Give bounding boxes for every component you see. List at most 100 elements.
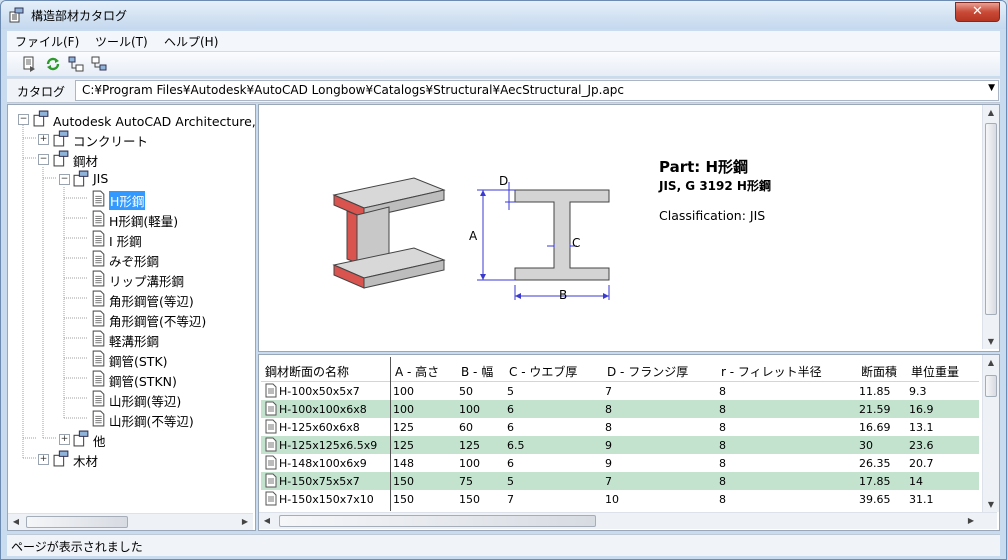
expand-icon[interactable]: + xyxy=(38,454,49,465)
menu-help[interactable]: ヘルプ(H) xyxy=(164,33,218,50)
title-bar[interactable]: 構造部材カタログ ✕ xyxy=(1,1,1006,29)
table-cell: 75 xyxy=(459,475,473,488)
tree-item-label: 角形鋼管(等辺) xyxy=(109,294,194,309)
table-cell: 100 xyxy=(393,403,414,416)
document-icon xyxy=(265,455,277,470)
tree-item-shape[interactable]: 角形鋼管(不等辺) xyxy=(8,310,255,329)
col-header-b[interactable]: B - 幅 xyxy=(461,363,493,380)
tree-item-shape[interactable]: 鋼管(STKN) xyxy=(8,370,255,389)
table-row[interactable]: H-150x150x7x10 150 150 7 10 8 39.65 31.1 xyxy=(261,490,979,508)
tree-item-label: 軽溝形鋼 xyxy=(109,334,160,349)
document-icon xyxy=(92,390,105,407)
back-icon[interactable] xyxy=(21,56,37,72)
table-cell: 150 xyxy=(459,493,480,506)
grid-horizontal-scrollbar[interactable]: ◀ ▶ xyxy=(259,512,997,529)
scroll-right-icon[interactable]: ▶ xyxy=(237,517,253,526)
collapse-icon[interactable]: − xyxy=(38,154,49,165)
table-row[interactable]: H-125x125x6.5x9 125 125 6.5 9 8 30 23.6 xyxy=(261,436,979,454)
tree-node-steel[interactable]: − 鋼材 xyxy=(8,150,255,169)
status-text: ページが表示されました xyxy=(11,540,143,554)
expand-icon[interactable]: + xyxy=(38,134,49,145)
tree-item-label: 鋼管(STKN) xyxy=(109,374,177,389)
tree-item-shape[interactable]: 角形鋼管(等辺) xyxy=(8,290,255,309)
scroll-left-icon[interactable]: ◀ xyxy=(8,517,24,526)
column-divider[interactable] xyxy=(390,357,391,511)
tree-item-shape[interactable]: 鋼管(STK) xyxy=(8,350,255,369)
catalog-path-combo[interactable]: C:¥Program Files¥Autodesk¥AutoCAD Longbo… xyxy=(75,80,999,101)
menu-tools[interactable]: ツール(T) xyxy=(95,33,148,50)
scroll-up-icon[interactable]: ▲ xyxy=(983,358,999,367)
table-cell: 7 xyxy=(507,493,514,506)
col-header-r[interactable]: r - フィレット半径 xyxy=(721,363,822,380)
app-window: 構造部材カタログ ✕ ファイル(F) ツール(T) ヘルプ(H) カタログ C:… xyxy=(0,0,1007,560)
col-header-weight[interactable]: 単位重量 xyxy=(911,363,959,380)
table-cell: 8 xyxy=(719,457,726,470)
table-cell: 125 xyxy=(393,439,414,452)
grid-hscroll-thumb[interactable] xyxy=(279,515,596,527)
col-header-c[interactable]: C - ウエブ厚 xyxy=(509,363,577,380)
table-row[interactable]: H-125x60x6x8 125 60 6 8 8 16.69 13.1 xyxy=(261,418,979,436)
document-icon xyxy=(92,330,105,347)
tree-item-shape[interactable]: 山形鋼(不等辺) xyxy=(8,410,255,429)
tree-item-shape[interactable]: H形鋼 xyxy=(8,190,255,210)
document-icon xyxy=(265,491,277,506)
preview-scroll-thumb[interactable] xyxy=(985,123,997,315)
document-icon xyxy=(265,437,277,452)
category-folder-icon xyxy=(73,430,89,447)
tree-item-shape[interactable]: 軽溝形鋼 xyxy=(8,330,255,349)
table-cell: H-150x75x5x7 xyxy=(279,475,360,488)
tree-horizontal-scrollbar[interactable]: ◀ ▶ xyxy=(8,513,253,530)
scroll-right-icon[interactable]: ▶ xyxy=(963,516,979,525)
grid-vertical-scrollbar[interactable]: ▲ ▼ xyxy=(982,355,999,512)
table-row[interactable]: H-148x100x6x9 148 100 6 9 8 26.35 20.7 xyxy=(261,454,979,472)
tree-node-jis[interactable]: − JIS xyxy=(8,170,255,188)
table-row[interactable]: H-100x50x5x7 100 50 5 7 8 11.85 9.3 xyxy=(261,382,979,400)
table-cell: 6 xyxy=(507,457,514,470)
h-beam-3d-icon xyxy=(332,177,446,289)
table-cell: 39.65 xyxy=(859,493,891,506)
close-button[interactable]: ✕ xyxy=(955,2,1000,22)
table-row[interactable]: H-150x75x5x7 150 75 5 7 8 17.85 14 xyxy=(261,472,979,490)
collapse-icon[interactable]: − xyxy=(18,114,29,125)
tree-node-concrete[interactable]: + コンクリート xyxy=(8,130,255,149)
table-row[interactable]: H-100x100x6x8 100 100 6 8 8 21.59 16.9 xyxy=(261,400,979,418)
table-cell: 60 xyxy=(459,421,473,434)
table-cell: 100 xyxy=(393,385,414,398)
col-header-name[interactable]: 鋼材断面の名称 xyxy=(265,363,349,380)
col-header-a[interactable]: A - 高さ xyxy=(395,363,439,380)
tree-item-shape[interactable]: H形鋼(軽量) xyxy=(8,210,255,229)
refresh-icon[interactable] xyxy=(45,56,61,72)
tree-node-wood[interactable]: + 木材 xyxy=(8,450,255,469)
chevron-down-icon[interactable]: ▼ xyxy=(988,83,995,93)
col-header-d[interactable]: D - フランジ厚 xyxy=(607,363,688,380)
tree-item-shape[interactable]: I 形鋼 xyxy=(8,230,255,249)
tree-expand-icon[interactable] xyxy=(68,56,84,72)
grid-vscroll-thumb[interactable] xyxy=(985,375,997,397)
col-header-area[interactable]: 断面積 xyxy=(861,363,897,380)
table-cell: 7 xyxy=(605,475,612,488)
grid-header: 鋼材断面の名称 A - 高さ B - 幅 C - ウエブ厚 D - フランジ厚 … xyxy=(261,357,979,382)
tree-collapse-icon[interactable] xyxy=(91,56,107,72)
tree-item-shape[interactable]: みぞ形鋼 xyxy=(8,250,255,269)
tree-item-shape[interactable]: リップ溝形鋼 xyxy=(8,270,255,289)
table-cell: 21.59 xyxy=(859,403,891,416)
table-cell: 125 xyxy=(393,421,414,434)
category-folder-icon xyxy=(53,450,69,467)
scroll-up-icon[interactable]: ▲ xyxy=(983,108,999,117)
tree-scroll-thumb[interactable] xyxy=(26,516,128,528)
document-icon xyxy=(92,310,105,327)
expand-icon[interactable]: + xyxy=(59,434,70,445)
preview-vertical-scrollbar[interactable]: ▲ ▼ xyxy=(982,105,999,349)
scroll-left-icon[interactable]: ◀ xyxy=(259,516,275,525)
dimension-arrows xyxy=(480,190,609,299)
scroll-down-icon[interactable]: ▼ xyxy=(983,337,999,346)
tree-node-root[interactable]: − Autodesk AutoCAD Architecture, 材 xyxy=(8,110,255,129)
tree-item-shape[interactable]: 山形鋼(等辺) xyxy=(8,390,255,409)
table-cell: H-125x60x6x8 xyxy=(279,421,360,434)
scroll-down-icon[interactable]: ▼ xyxy=(983,500,999,509)
tree-node-other[interactable]: + 他 xyxy=(8,430,255,449)
menu-file[interactable]: ファイル(F) xyxy=(15,33,79,50)
table-cell: 9 xyxy=(605,457,612,470)
collapse-icon[interactable]: − xyxy=(59,174,70,185)
table-cell: 13.1 xyxy=(909,421,934,434)
